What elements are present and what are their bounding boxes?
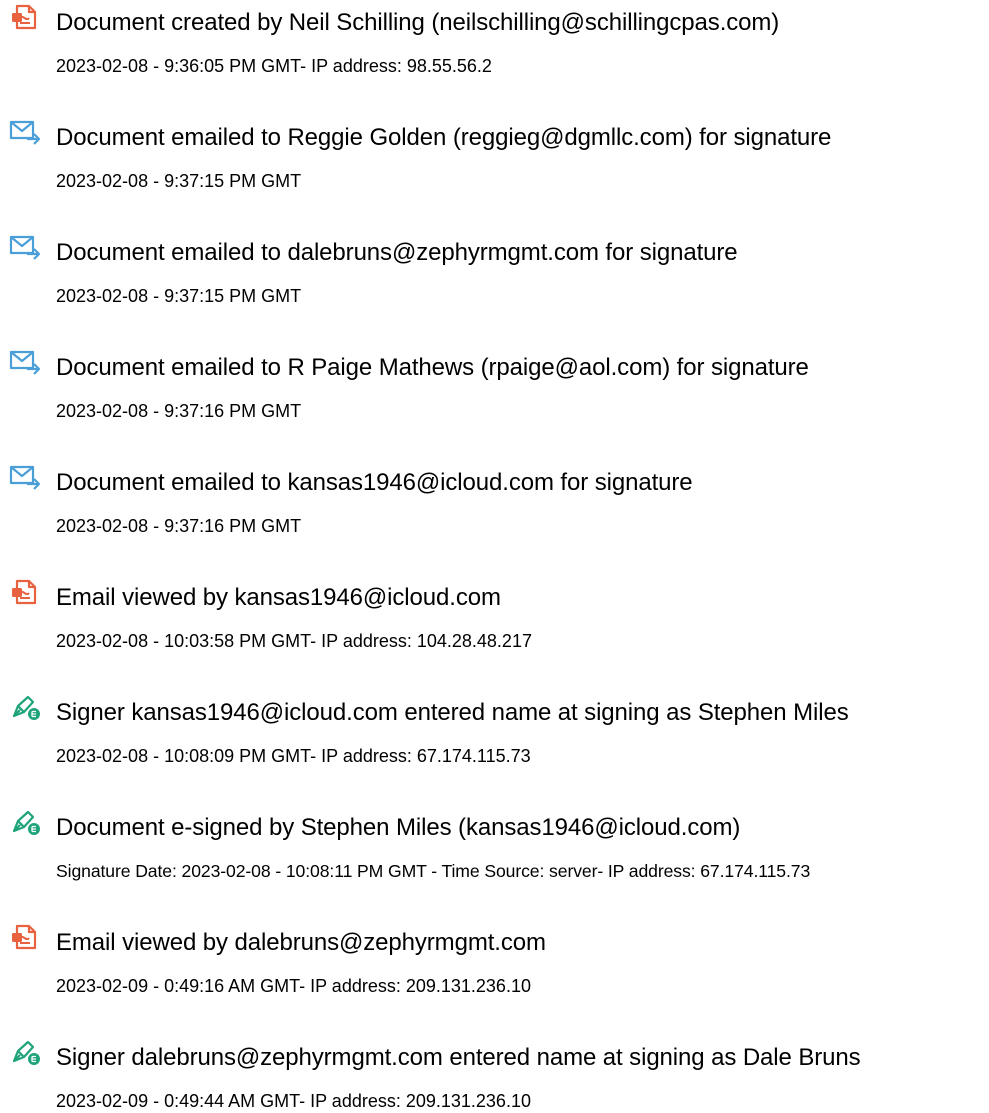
event-detail: 2023-02-08 - 9:36:05 PM GMT- IP address:… bbox=[56, 56, 492, 76]
document-icon bbox=[9, 2, 43, 32]
audit-event: Document created by Neil Schilling (neil… bbox=[0, 2, 989, 112]
email-send-icon bbox=[9, 117, 43, 147]
event-detail: 2023-02-08 - 9:37:16 PM GMT bbox=[56, 516, 302, 536]
event-detail: 2023-02-08 - 10:08:09 PM GMT- IP address… bbox=[56, 746, 531, 766]
event-detail: 2023-02-08 - 9:37:15 PM GMT bbox=[56, 286, 302, 306]
audit-event: Document emailed to Reggie Golden (reggi… bbox=[0, 117, 989, 227]
event-title: Email viewed by kansas1946@icloud.com bbox=[56, 584, 501, 611]
email-send-icon bbox=[9, 232, 43, 262]
event-title: Document emailed to Reggie Golden (reggi… bbox=[56, 124, 832, 151]
event-title: Document created by Neil Schilling (neil… bbox=[56, 9, 780, 36]
audit-event: Email viewed by kansas1946@icloud.com 20… bbox=[0, 577, 989, 687]
email-send-icon bbox=[9, 347, 43, 377]
pen-sign-icon bbox=[9, 1037, 43, 1067]
event-title: Document emailed to R Paige Mathews (rpa… bbox=[56, 354, 809, 381]
document-icon bbox=[9, 922, 43, 952]
pen-sign-icon bbox=[9, 692, 43, 722]
pen-sign-icon bbox=[9, 807, 43, 837]
audit-event: Email viewed by dalebruns@zephyrmgmt.com… bbox=[0, 922, 989, 1032]
email-send-icon bbox=[9, 462, 43, 492]
audit-event: Document e-signed by Stephen Miles (kans… bbox=[0, 807, 989, 917]
event-detail: 2023-02-08 - 10:03:58 PM GMT- IP address… bbox=[56, 631, 532, 651]
event-title: Email viewed by dalebruns@zephyrmgmt.com bbox=[56, 929, 546, 956]
audit-event: Document emailed to R Paige Mathews (rpa… bbox=[0, 347, 989, 457]
event-detail: Signature Date: 2023-02-08 - 10:08:11 PM… bbox=[56, 861, 811, 881]
event-title: Signer dalebruns@zephyrmgmt.com entered … bbox=[56, 1044, 861, 1071]
event-detail: 2023-02-09 - 0:49:16 AM GMT- IP address:… bbox=[56, 976, 531, 996]
event-detail: 2023-02-09 - 0:49:44 AM GMT- IP address:… bbox=[56, 1091, 531, 1111]
document-icon bbox=[9, 577, 43, 607]
audit-event: Signer kansas1946@icloud.com entered nam… bbox=[0, 692, 989, 802]
event-detail: 2023-02-08 - 9:37:15 PM GMT bbox=[56, 171, 302, 191]
event-title: Signer kansas1946@icloud.com entered nam… bbox=[56, 699, 849, 726]
event-title: Document emailed to dalebruns@zephyrmgmt… bbox=[56, 239, 738, 266]
event-title: Document emailed to kansas1946@icloud.co… bbox=[56, 469, 693, 496]
event-detail: 2023-02-08 - 9:37:16 PM GMT bbox=[56, 401, 302, 421]
audit-event: Document emailed to dalebruns@zephyrmgmt… bbox=[0, 232, 989, 342]
audit-event: Document emailed to kansas1946@icloud.co… bbox=[0, 462, 989, 572]
audit-event-list: Document created by Neil Schilling (neil… bbox=[0, 0, 989, 1111]
audit-event: Signer dalebruns@zephyrmgmt.com entered … bbox=[0, 1037, 989, 1111]
event-title: Document e-signed by Stephen Miles (kans… bbox=[56, 814, 741, 841]
